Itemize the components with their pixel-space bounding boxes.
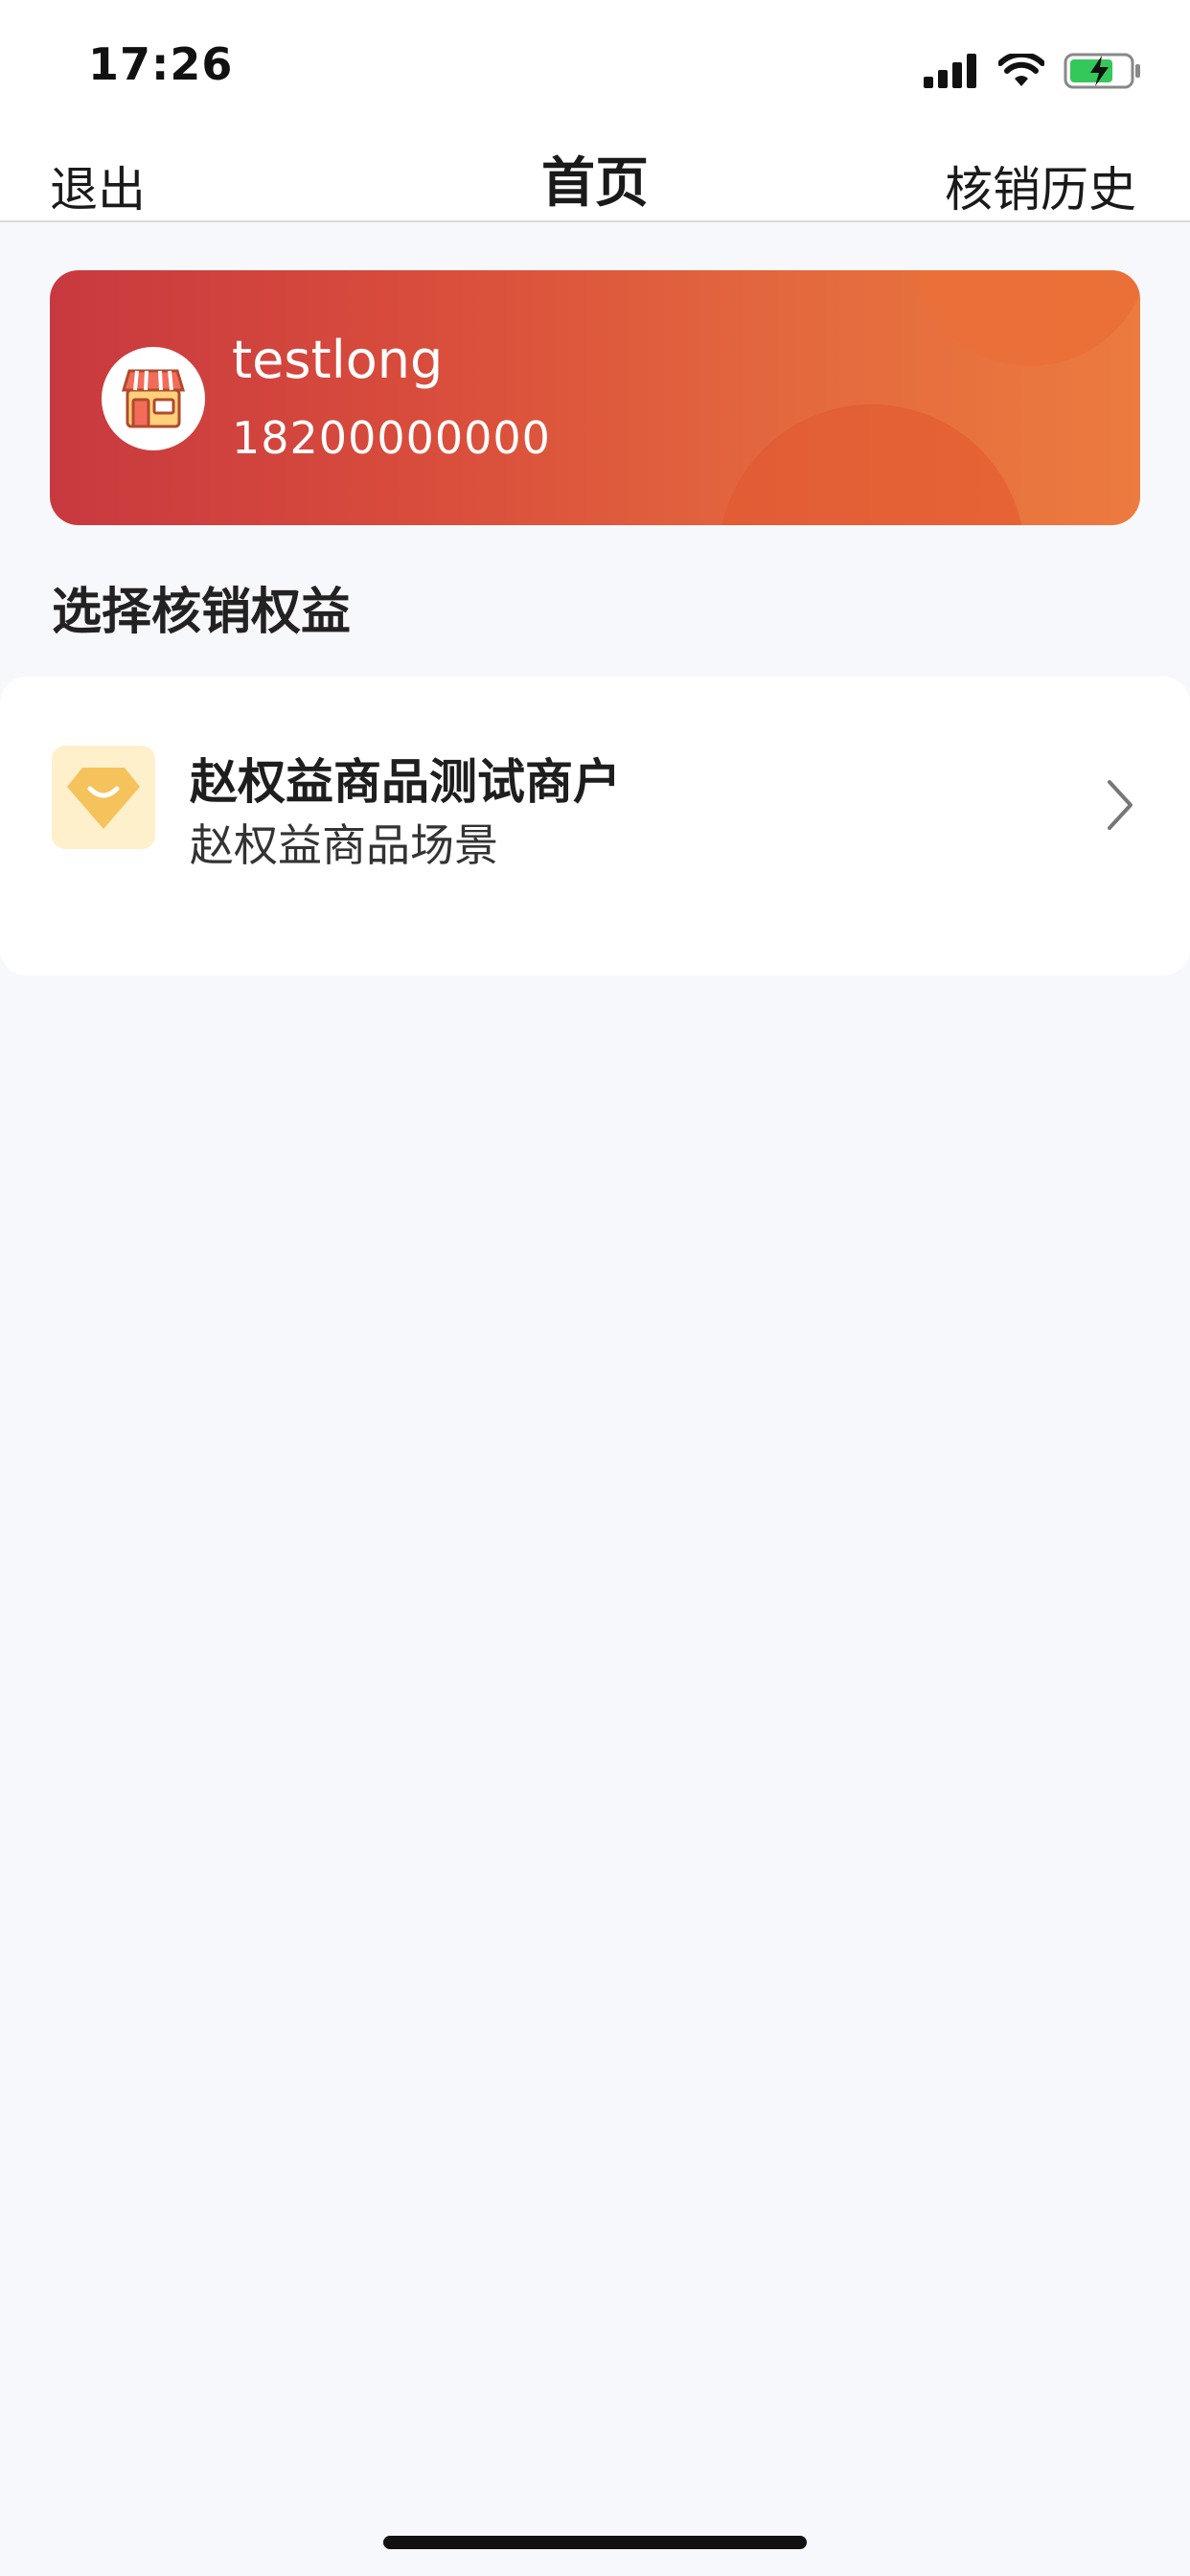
card-decoration	[910, 270, 1140, 366]
benefit-list: 赵权益商品测试商户 赵权益商品场景	[0, 677, 1190, 976]
card-decoration	[719, 404, 1025, 525]
benefit-icon-container	[52, 746, 155, 849]
chevron-right-icon	[1108, 780, 1133, 830]
merchant-name: testlong	[232, 330, 444, 390]
benefit-title: 赵权益商品测试商户	[190, 754, 621, 810]
wifi-icon	[998, 54, 1044, 86]
status-icons	[924, 48, 1142, 94]
avatar	[102, 347, 205, 450]
merchant-card: testlong 18200000000	[50, 270, 1140, 525]
battery-charging-icon	[1064, 53, 1140, 89]
signal-icon	[924, 54, 976, 88]
redeem-history-button[interactable]: 核销历史	[945, 151, 1136, 220]
gem-icon	[67, 768, 140, 829]
home-indicator[interactable]	[383, 2536, 807, 2549]
logout-button[interactable]: 退出	[50, 151, 146, 220]
status-time: 17:26	[88, 38, 234, 90]
header: 17:26 退出 首页 核销历史	[0, 0, 1190, 222]
merchant-phone: 18200000000	[232, 412, 551, 464]
list-item[interactable]: 赵权益商品测试商户 赵权益商品场景	[0, 677, 1190, 976]
section-title: 选择核销权益	[52, 584, 352, 641]
app-screen: 17:26 退出 首页 核销历史 testlong 18200000000 选择…	[0, 0, 1190, 2576]
store-icon	[121, 369, 186, 428]
benefit-subtitle: 赵权益商品场景	[190, 819, 498, 871]
